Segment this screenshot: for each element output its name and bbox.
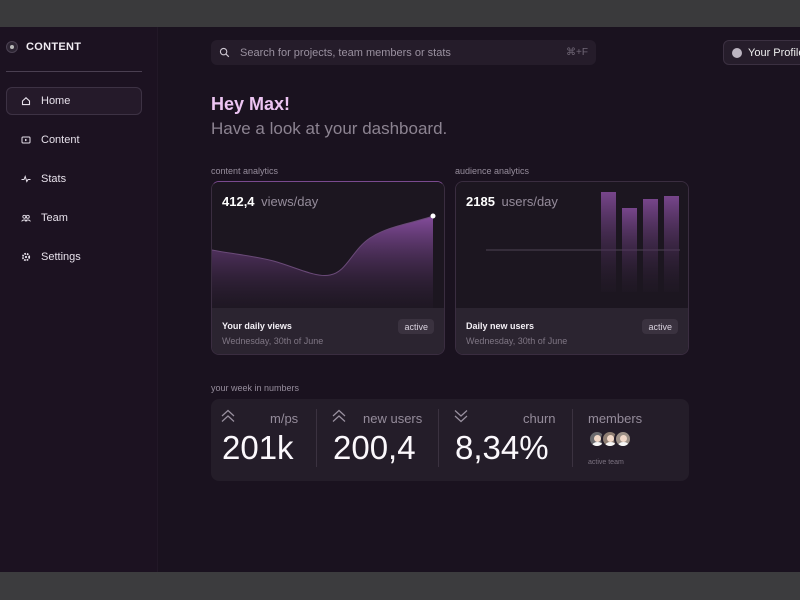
stat-label: m/ps (270, 411, 299, 426)
sidebar-item-label: Content (41, 134, 80, 146)
sidebar-item-settings[interactable]: Settings (6, 243, 142, 271)
team-avatars[interactable] (588, 430, 632, 448)
bar (643, 199, 658, 292)
app-window: CONTENT Home Content Stats Team Settings… (0, 27, 800, 572)
content-analytics-label: content analytics (211, 166, 279, 176)
home-icon (21, 96, 31, 106)
brand[interactable]: CONTENT (6, 41, 81, 53)
sidebar-item-label: Settings (41, 251, 81, 263)
bar (622, 208, 637, 292)
members-caption: active team (588, 459, 624, 466)
stat-value: 8,34% (455, 429, 549, 466)
video-icon (21, 135, 31, 145)
brand-name: CONTENT (26, 41, 82, 53)
audience-analytics-label: audience analytics (455, 166, 530, 176)
users-value: 2185 (466, 194, 495, 209)
sidebar-item-content[interactable]: Content (6, 126, 142, 154)
divider (572, 409, 573, 467)
search-shortcut: ⌘+F (566, 47, 588, 58)
users-metric: 2185 users/day (466, 194, 558, 209)
card-footer: Your daily views Wednesday, 30th of June… (212, 308, 444, 354)
stat-churn: churn 8,34% (444, 399, 566, 481)
sidebar: CONTENT Home Content Stats Team Settings (0, 27, 158, 572)
avatar[interactable] (614, 430, 632, 448)
content-analytics-card[interactable]: 412,4 views/day Your daily views Wednesd… (211, 181, 445, 355)
stat-mps: m/ps 201k (211, 399, 317, 481)
trend-down-icon (454, 410, 468, 423)
greeting-subtitle: Have a look at your dashboard. (211, 119, 448, 138)
card-footer-title: Your daily views (222, 321, 292, 331)
team-icon (21, 213, 31, 223)
greeting-title: Hey Max! (211, 94, 291, 114)
status-badge: active (642, 319, 678, 334)
gear-icon (21, 252, 31, 262)
views-value: 412,4 (222, 194, 255, 209)
audience-analytics-card[interactable]: 2185 users/day Daily new users Wednesday… (455, 181, 689, 355)
trend-up-icon (221, 409, 235, 422)
pulse-icon (21, 174, 31, 184)
trend-up-icon (332, 409, 346, 422)
members-label: members (588, 411, 643, 426)
stat-value: 200,4 (333, 429, 416, 466)
bottom-bar (0, 572, 800, 600)
stat-value: 201k (222, 429, 294, 466)
sidebar-item-label: Home (41, 95, 71, 107)
views-metric: 412,4 views/day (222, 194, 318, 209)
divider (6, 71, 142, 72)
week-numbers-label: your week in numbers (211, 383, 300, 393)
profile-button[interactable]: Your Profile (723, 40, 800, 65)
card-footer-date: Wednesday, 30th of June (466, 336, 568, 346)
sidebar-item-label: Stats (41, 173, 67, 185)
bar (664, 196, 679, 292)
card-footer-title: Daily new users (466, 321, 535, 331)
stat-label: new users (363, 411, 423, 426)
bar (601, 192, 616, 292)
search-bar[interactable]: ⌘+F (211, 40, 596, 65)
brand-logo-icon (6, 41, 18, 53)
card-footer: Daily new users Wednesday, 30th of June … (456, 308, 688, 354)
sidebar-item-team[interactable]: Team (6, 204, 142, 232)
chart-end-point (430, 213, 436, 219)
sidebar-item-stats[interactable]: Stats (6, 165, 142, 193)
week-stats-panel: m/ps 201k new users 200,4 churn 8,34% me… (211, 399, 689, 481)
search-icon (219, 47, 230, 58)
sidebar-item-label: Team (41, 212, 68, 224)
divider (316, 409, 317, 467)
divider (438, 409, 439, 467)
users-unit: users/day (501, 194, 558, 209)
stat-new-users: new users 200,4 (322, 399, 438, 481)
sidebar-item-home[interactable]: Home (6, 87, 142, 115)
profile-label: Your Profile (748, 46, 800, 59)
card-footer-date: Wednesday, 30th of June (222, 336, 324, 346)
search-input[interactable] (240, 46, 567, 59)
user-icon (732, 47, 742, 58)
stat-label: churn (523, 411, 556, 426)
status-badge: active (398, 319, 434, 334)
views-unit: views/day (261, 194, 319, 209)
sidebar-nav: Home Content Stats Team Settings (6, 87, 142, 282)
